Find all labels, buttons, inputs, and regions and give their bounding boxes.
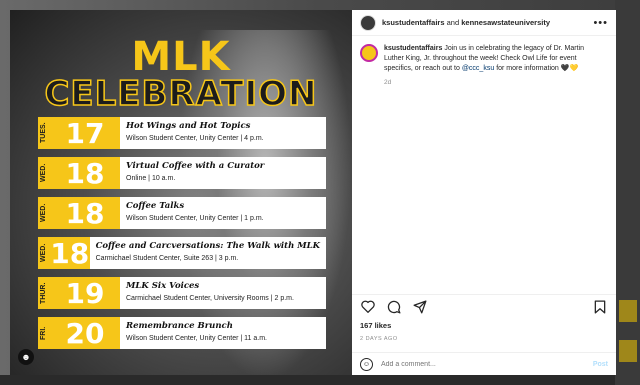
event-info: Remembrance Brunch Wilson Student Center… (120, 317, 326, 349)
event-date: 19 (50, 277, 120, 310)
post-comment-button[interactable]: Post (593, 361, 608, 368)
event-name: Virtual Coffee with a Curator (126, 161, 265, 171)
backdrop-bottom-strip (0, 375, 640, 385)
event-row: TUES. 17 Hot Wings and Hot Topics Wilson… (38, 117, 326, 150)
event-info: Coffee and Carcversations: The Walk with… (89, 237, 326, 269)
comment-bar: ☺ Post (352, 352, 616, 375)
event-name: Remembrance Brunch (126, 321, 233, 331)
caption-timestamp: 2d (384, 79, 392, 86)
event-date: 20 (50, 317, 120, 350)
comment-icon[interactable] (386, 299, 402, 315)
event-info: Coffee Talks Wilson Student Center, Unit… (120, 197, 326, 229)
event-info: Hot Wings and Hot Topics Wilson Student … (120, 117, 326, 149)
event-info: MLK Six Voices Carmichael Student Center… (120, 277, 326, 309)
post-header: ksustudentaffairs and kennesawstateunive… (352, 10, 616, 36)
event-day: FRI. (38, 317, 50, 349)
event-row: WED. 18 Coffee and Carcversations: The W… (38, 236, 326, 270)
backdrop-tile (619, 340, 637, 362)
user-tag-icon[interactable]: ☻ (18, 349, 34, 365)
event-day: THUR. (38, 277, 50, 309)
event-detail: Online | 10 a.m. (126, 175, 176, 182)
like-count[interactable]: 167 likes (360, 321, 391, 330)
comment-input[interactable] (381, 360, 571, 368)
event-day: WED. (38, 237, 50, 269)
event-day: WED. (38, 157, 50, 189)
event-row: WED. 18 Virtual Coffee with a Curator On… (38, 157, 326, 190)
post-caption: ksustudentaffairs Join us in celebrating… (352, 36, 616, 88)
more-options-icon[interactable]: ••• (593, 17, 608, 29)
event-name: MLK Six Voices (126, 281, 200, 291)
event-detail: Carmichael Student Center, Suite 263 | 3… (95, 255, 239, 262)
backdrop-right-strip (615, 0, 640, 385)
event-name: Coffee Talks (126, 201, 185, 211)
event-name: Coffee and Carcversations: The Walk with… (95, 241, 320, 251)
event-detail: Carmichael Student Center, University Ro… (126, 295, 294, 302)
collaborator-username[interactable]: kennesawstateuniversity (461, 18, 550, 27)
event-detail: Wilson Student Center, Unity Center | 1 … (126, 215, 264, 222)
post-image[interactable]: MLK CELEBRATION TUES. 17 Hot Wings and H… (10, 10, 352, 375)
event-date: 17 (50, 117, 120, 150)
post-side-panel: ksustudentaffairs and kennesawstateunive… (352, 10, 616, 375)
caption-mention[interactable]: @ccc_ksu (462, 65, 494, 72)
event-row: THUR. 19 MLK Six Voices Carmichael Stude… (38, 277, 326, 310)
event-date: 18 (50, 197, 120, 230)
author-username[interactable]: ksustudentaffairs (382, 18, 445, 27)
caption-username[interactable]: ksustudentaffairs (384, 45, 442, 52)
bookmark-icon[interactable] (592, 299, 608, 315)
post-modal: MLK CELEBRATION TUES. 17 Hot Wings and H… (10, 10, 616, 375)
backdrop-tile (619, 300, 637, 322)
emoji-icon[interactable]: ☺ (360, 357, 373, 371)
avatar[interactable] (360, 44, 378, 62)
event-name: Hot Wings and Hot Topics (126, 121, 251, 131)
event-row: FRI. 20 Remembrance Brunch Wilson Studen… (38, 317, 326, 350)
event-row: WED. 18 Coffee Talks Wilson Student Cent… (38, 197, 326, 230)
post-date: 2 DAYS AGO (360, 336, 398, 342)
post-author-line: ksustudentaffairs and kennesawstateunive… (382, 18, 550, 27)
caption-body: ksustudentaffairs Join us in celebrating… (384, 44, 604, 88)
caption-text-end: for more information 🖤💛 (496, 65, 579, 72)
heart-icon[interactable] (360, 299, 376, 315)
event-info: Virtual Coffee with a Curator Online | 1… (120, 157, 326, 189)
event-date: 18 (50, 236, 90, 270)
flyer-title-celebration: CELEBRATION (44, 73, 318, 115)
avatar[interactable] (360, 14, 376, 31)
collab-connector: and (446, 18, 460, 27)
event-detail: Wilson Student Center, Unity Center | 4 … (126, 135, 264, 142)
event-date: 18 (50, 157, 120, 190)
event-detail: Wilson Student Center, Unity Center | 11… (126, 335, 267, 342)
event-day: TUES. (38, 117, 50, 149)
share-icon[interactable] (412, 299, 428, 315)
event-day: WED. (38, 197, 50, 229)
post-actions (352, 294, 616, 318)
